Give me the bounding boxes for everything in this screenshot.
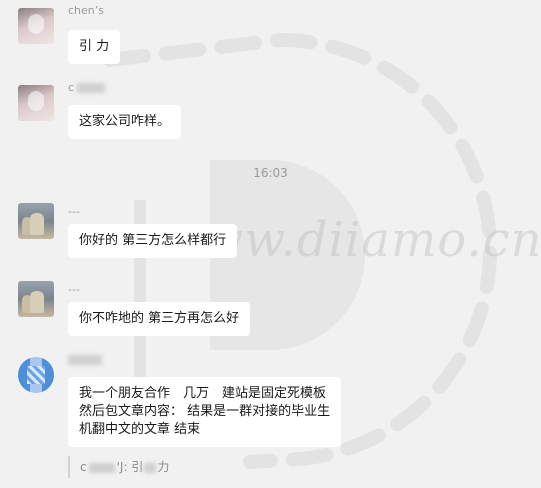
message-text-line: 我一个朋友合作 几万 建站是固定死模板 [79, 386, 327, 401]
message-bubble[interactable]: 引 力 [68, 30, 121, 64]
message-bubble[interactable]: 你不咋地的 第三方再怎么好 [68, 302, 251, 336]
message-bubble[interactable]: 我一个朋友合作 几万 建站是固定死模板 然后包文章内容： 结果是一群对接的毕业生… [68, 377, 342, 447]
message-text: 你好的 第三方怎么样都行 [79, 233, 227, 248]
avatar[interactable] [18, 85, 54, 121]
message-text: 引 力 [79, 39, 110, 54]
sender-name [68, 353, 102, 366]
quote-sender: c [80, 460, 87, 474]
message-bubble[interactable]: 你好的 第三方怎么样都行 [68, 224, 238, 258]
sender-name: chen’s [68, 4, 104, 17]
timestamp: 16:03 [253, 166, 288, 180]
message-text: 你不咋地的 第三方再怎么好 [79, 311, 240, 326]
quote-text: 'J: 引 [116, 460, 144, 474]
message-text: 这家公司咋样。 [79, 114, 171, 129]
message-text-line: 机翻中文的文章 结束 [79, 422, 201, 437]
avatar[interactable] [18, 203, 54, 239]
quote-tail: 力 [157, 460, 170, 474]
message-text-line: 然后包文章内容： 结果是一群对接的毕业生 [79, 404, 331, 419]
avatar[interactable] [18, 8, 54, 44]
sender-name: c [68, 81, 106, 94]
sender-name: --- [68, 283, 80, 296]
avatar[interactable] [18, 281, 54, 317]
sender-name: --- [68, 205, 80, 218]
avatar[interactable] [18, 357, 54, 393]
quoted-reply[interactable]: c 'J: 引力 [68, 456, 169, 478]
message-bubble[interactable]: 这家公司咋样。 [68, 105, 182, 139]
